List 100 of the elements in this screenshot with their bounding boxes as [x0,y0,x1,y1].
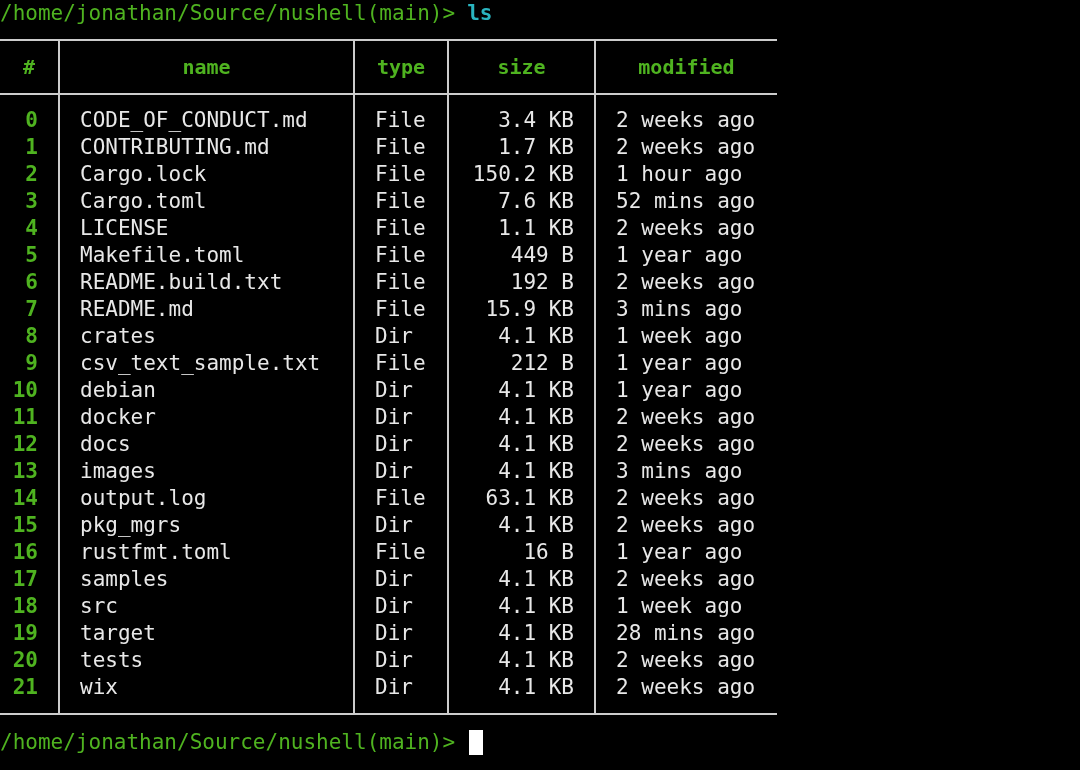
table-cell: 4.1 KB [448,566,595,593]
table-cell: Dir [354,431,448,458]
table-cell: 1 year ago [595,377,777,404]
table-cell: docs [59,431,354,458]
table-cell: 7.6 KB [448,188,595,215]
table-cell: Makefile.toml [59,242,354,269]
row-index: 14 [0,485,59,512]
prompt-path: /home/jonathan/Source/nushell(main)> [0,0,456,26]
table-cell: Dir [354,674,448,714]
table-cell: Cargo.lock [59,161,354,188]
table-cell: 4.1 KB [448,323,595,350]
column-header: # [0,40,59,94]
table-cell: File [354,296,448,323]
row-index: 18 [0,593,59,620]
column-header: type [354,40,448,94]
prompt-path: /home/jonathan/Source/nushell(main)> [0,729,456,755]
table-cell: rustfmt.toml [59,539,354,566]
row-index: 10 [0,377,59,404]
command-text: ls [467,0,493,26]
table-cell: Dir [354,323,448,350]
table-cell: output.log [59,485,354,512]
table-cell: Dir [354,377,448,404]
row-index: 13 [0,458,59,485]
table-cell: 4.1 KB [448,431,595,458]
table-cell: Dir [354,620,448,647]
row-index: 16 [0,539,59,566]
table-cell: 1 year ago [595,242,777,269]
table-cell: debian [59,377,354,404]
table-cell: 192 B [448,269,595,296]
table-cell: 1 year ago [595,539,777,566]
table-cell: File [354,242,448,269]
table-cell: 52 mins ago [595,188,777,215]
table-cell: crates [59,323,354,350]
table-cell: File [354,269,448,296]
table-cell: 2 weeks ago [595,134,777,161]
table-cell: Dir [354,458,448,485]
table-cell: File [354,94,448,134]
table-cell: File [354,485,448,512]
row-index: 20 [0,647,59,674]
table-cell: 2 weeks ago [595,647,777,674]
row-index: 5 [0,242,59,269]
table-cell: 2 weeks ago [595,431,777,458]
row-index: 17 [0,566,59,593]
table-cell: 15.9 KB [448,296,595,323]
table-cell: README.md [59,296,354,323]
table-cell: File [354,539,448,566]
row-index: 21 [0,674,59,714]
table-cell: 3.4 KB [448,94,595,134]
table-cell: 2 weeks ago [595,566,777,593]
table-cell: Cargo.toml [59,188,354,215]
table-cell: 1 week ago [595,593,777,620]
table-cell: 3 mins ago [595,458,777,485]
text-cursor [469,729,484,755]
table-cell: 4.1 KB [448,620,595,647]
table-cell: 150.2 KB [448,161,595,188]
table-cell: File [354,215,448,242]
table-cell: 4.1 KB [448,512,595,539]
table-cell: 16 B [448,539,595,566]
table-cell: 28 mins ago [595,620,777,647]
table-cell: 4.1 KB [448,377,595,404]
table-cell: CONTRIBUTING.md [59,134,354,161]
table-cell: Dir [354,647,448,674]
row-index: 0 [0,94,59,134]
table-cell: 212 B [448,350,595,377]
table-cell: 1.7 KB [448,134,595,161]
table-cell: 1 year ago [595,350,777,377]
table-cell: 4.1 KB [448,647,595,674]
table-cell: 2 weeks ago [595,512,777,539]
row-index: 4 [0,215,59,242]
table-cell: README.build.txt [59,269,354,296]
table-cell: LICENSE [59,215,354,242]
table-cell: 63.1 KB [448,485,595,512]
row-index: 3 [0,188,59,215]
table-cell: Dir [354,404,448,431]
table-cell: 3 mins ago [595,296,777,323]
table-cell: 2 weeks ago [595,94,777,134]
table-cell: 2 weeks ago [595,215,777,242]
table-cell: Dir [354,566,448,593]
table-cell: csv_text_sample.txt [59,350,354,377]
row-index: 8 [0,323,59,350]
table-cell: 1 hour ago [595,161,777,188]
table-cell: 4.1 KB [448,593,595,620]
row-index: 11 [0,404,59,431]
table-cell: 1 week ago [595,323,777,350]
table-cell: docker [59,404,354,431]
row-index: 6 [0,269,59,296]
table-cell: File [354,161,448,188]
row-index: 15 [0,512,59,539]
row-index: 19 [0,620,59,647]
table-cell: Dir [354,512,448,539]
table-cell: File [354,188,448,215]
table-cell: pkg_mgrs [59,512,354,539]
table-cell: CODE_OF_CONDUCT.md [59,94,354,134]
table-cell: File [354,350,448,377]
table-cell: 2 weeks ago [595,674,777,714]
table-cell: 449 B [448,242,595,269]
table-cell: Dir [354,593,448,620]
row-index: 7 [0,296,59,323]
table-cell: images [59,458,354,485]
table-cell: 4.1 KB [448,458,595,485]
